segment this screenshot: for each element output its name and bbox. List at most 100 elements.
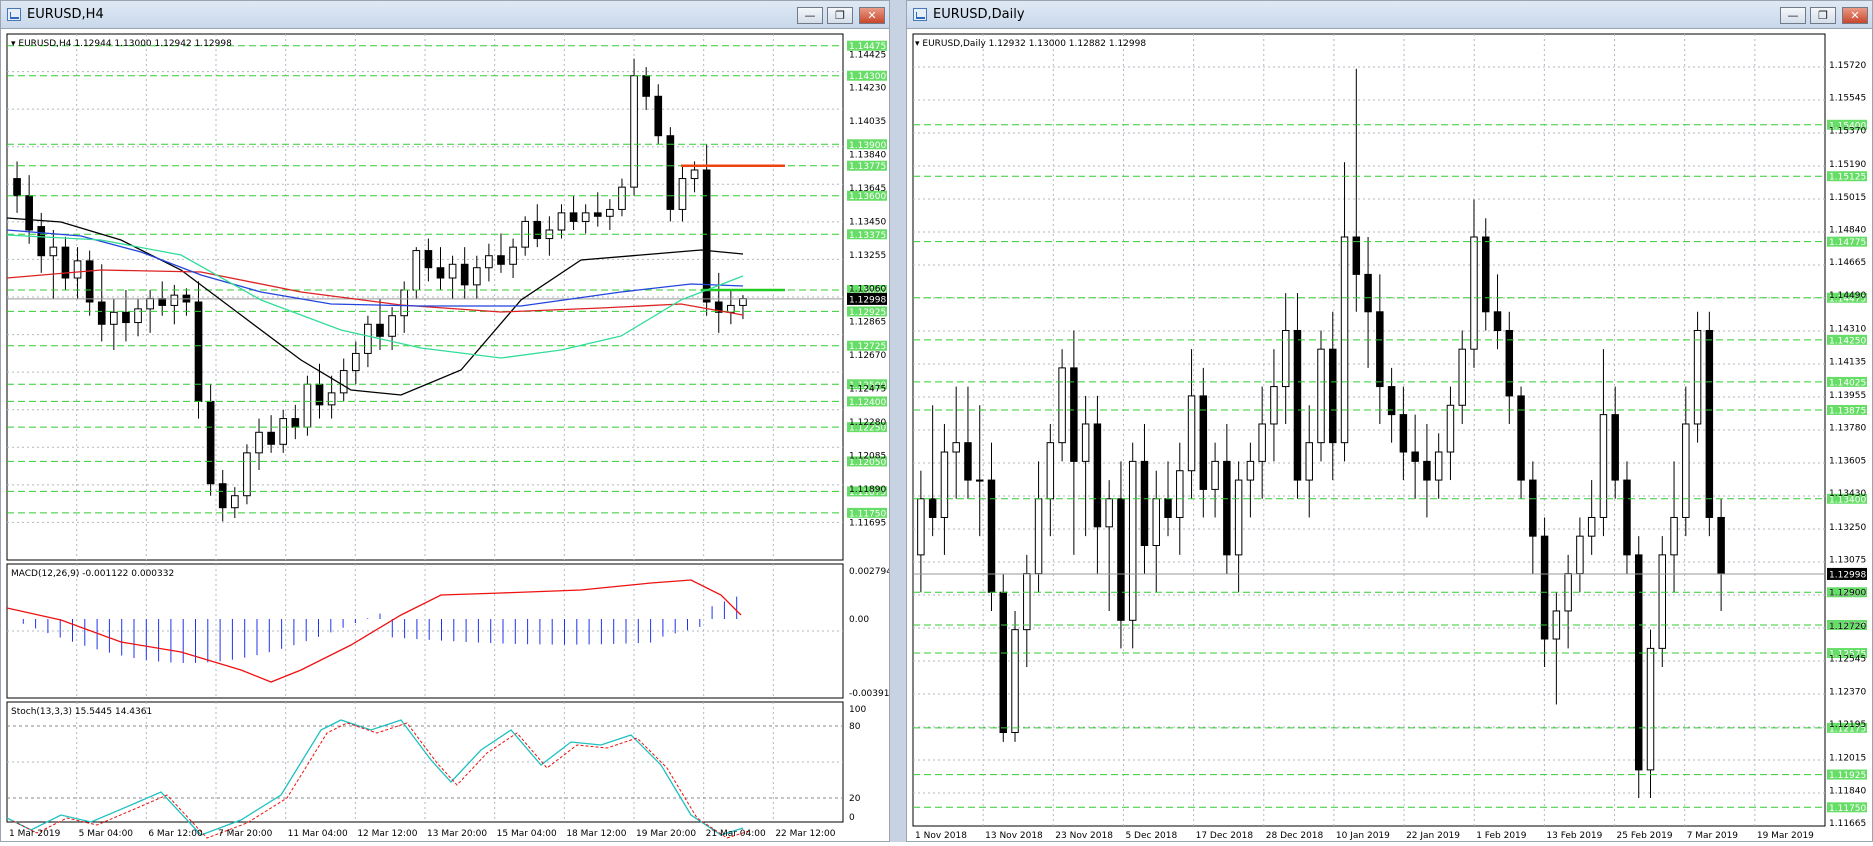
- h4-time-tick: 7 Mar 20:00: [218, 829, 273, 839]
- h4-candle: [85, 260, 94, 303]
- daily-window-title: EURUSD,Daily: [933, 7, 1025, 22]
- daily-candle: [1611, 414, 1619, 481]
- daily-candle: [1128, 460, 1137, 621]
- daily-symbol-header: ▾ EURUSD,Daily 1.12932 1.13000 1.12882 1…: [915, 39, 1146, 49]
- stoch-main-line: [6, 719, 744, 836]
- daily-price-tick: 1.15015: [1829, 193, 1866, 203]
- minimize-button[interactable]: —: [797, 7, 823, 24]
- h4-price-tick: 1.13645: [849, 184, 886, 194]
- daily-price-tick: 1.15720: [1829, 61, 1866, 71]
- daily-candle: [1705, 329, 1714, 518]
- h4-candle: [158, 298, 167, 306]
- daily-level-label: 1.11925: [1829, 771, 1866, 781]
- daily-time-tick: 22 Jan 2019: [1406, 831, 1460, 841]
- daily-candle: [1234, 479, 1243, 556]
- daily-candle: [975, 479, 984, 482]
- h4-price-tick: 1.11890: [849, 485, 886, 495]
- daily-level-label: 1.13875: [1829, 406, 1866, 416]
- h4-time-tick: 21 Mar 04:00: [706, 829, 766, 839]
- h4-candle: [666, 135, 675, 210]
- restore-button[interactable]: ❐: [1810, 7, 1836, 24]
- daily-price-tick: 1.12370: [1829, 687, 1866, 697]
- daily-candle: [1517, 395, 1525, 481]
- daily-chart-area[interactable]: 1.15400 1.15125 1.14775 1.14475 1.14250 1.140…: [907, 30, 1872, 841]
- h4-candle: [509, 246, 517, 265]
- daily-price-tick: 1.11840: [1829, 786, 1866, 796]
- h4-window-title: EURUSD,H4: [27, 7, 104, 22]
- h4-chart-svg[interactable]: 1.144751.143001.139001.137751.136001.133…: [1, 30, 895, 842]
- h4-candle: [303, 383, 312, 428]
- h4-price-tick: 1.12085: [849, 451, 886, 461]
- h4-time-tick: 18 Mar 12:00: [566, 829, 626, 839]
- daily-candle: [940, 451, 949, 518]
- h4-level-label: 1.13775: [849, 162, 886, 172]
- h4-candle: [170, 294, 179, 306]
- h4-candle: [739, 298, 747, 306]
- daily-candle: [952, 442, 960, 453]
- daily-level-label: 1.14250: [1829, 336, 1866, 346]
- daily-price-tick: 1.13250: [1829, 523, 1866, 533]
- stoch-signal-line: [12, 722, 750, 839]
- daily-time-tick: 7 Mar 2019: [1687, 831, 1739, 841]
- h4-price-tick: 1.12280: [849, 418, 886, 428]
- h4-time-tick: 22 Mar 12:00: [775, 829, 835, 839]
- h4-time-tick: 15 Mar 04:00: [497, 829, 557, 839]
- h4-candle: [25, 195, 33, 231]
- close-button[interactable]: ✕: [859, 7, 885, 24]
- daily-candle: [1034, 498, 1043, 575]
- daily-candle: [964, 442, 972, 481]
- daily-price-tick: 1.13955: [1829, 391, 1866, 401]
- daily-time-tick: 13 Nov 2018: [985, 831, 1043, 841]
- chart-window-icon: [7, 8, 21, 21]
- daily-candle: [1058, 367, 1066, 444]
- daily-time-tick: 19 Mar 2019: [1757, 831, 1814, 841]
- restore-button[interactable]: ❐: [827, 7, 853, 24]
- daily-price-tick: 1.14490: [1829, 291, 1866, 301]
- daily-level-label: 1.14775: [1829, 238, 1866, 248]
- h4-candle: [654, 95, 663, 137]
- h4-candle: [412, 250, 421, 291]
- daily-price-tick: 1.13780: [1829, 424, 1866, 434]
- h4-candle: [593, 212, 602, 217]
- daily-chart-window[interactable]: EURUSD,Daily — ❐ ✕ 1.15400 1.15125 1.14775…: [906, 0, 1873, 842]
- daily-candle: [1317, 348, 1325, 444]
- close-button[interactable]: ✕: [1842, 7, 1868, 24]
- daily-price-tick: 1.14665: [1829, 258, 1866, 268]
- h4-candle: [97, 301, 106, 325]
- daily-candle: [1599, 414, 1608, 518]
- h4-candle: [569, 212, 578, 222]
- h4-candle: [146, 298, 154, 310]
- h4-ma-blue: [6, 229, 744, 307]
- daily-candle: [1011, 629, 1019, 734]
- h4-chart-window[interactable]: EURUSD,H4 — ❐ ✕ 1.14475 1.14300 1.13900 1.1…: [0, 0, 895, 842]
- daily-candle: [1305, 442, 1313, 481]
- daily-chart-svg[interactable]: 1.154001.151251.147751.144751.142501.140…: [907, 30, 1872, 842]
- daily-candle: [1576, 535, 1584, 575]
- daily-price-tick: 1.14840: [1829, 226, 1866, 236]
- daily-time-tick: 10 Jan 2019: [1336, 831, 1390, 841]
- daily-candle: [999, 591, 1007, 734]
- daily-candle: [1682, 423, 1690, 518]
- daily-price-tick: 1.15545: [1829, 94, 1866, 104]
- h4-time-tick: 1 Mar 2019: [9, 829, 61, 839]
- h4-candle: [339, 370, 348, 394]
- daily-candle: [1623, 479, 1631, 556]
- daily-price-tick: 1.14135: [1829, 357, 1866, 367]
- daily-candle: [1376, 311, 1384, 388]
- h4-chart-area[interactable]: 1.14475 1.14300 1.13900 1.13775 1.13600 1.133…: [1, 30, 895, 842]
- daily-candle: [1258, 423, 1266, 462]
- daily-candle: [1482, 236, 1490, 313]
- h4-candle: [37, 226, 46, 257]
- h4-candle: [364, 323, 372, 354]
- daily-price-tick: 1.13075: [1829, 556, 1866, 566]
- h4-candle: [255, 431, 263, 454]
- h4-symbol-header: ▾ EURUSD,H4 1.12944 1.13000 1.12942 1.12…: [11, 39, 232, 49]
- daily-candle: [1152, 498, 1160, 547]
- minimize-button[interactable]: —: [1780, 7, 1806, 24]
- daily-candle: [1164, 498, 1172, 518]
- daily-candle: [1246, 460, 1255, 481]
- daily-price-tick: 1.12195: [1829, 720, 1866, 730]
- h4-price-tick: 1.13450: [849, 217, 886, 227]
- daily-window-titlebar[interactable]: EURUSD,Daily — ❐ ✕: [907, 1, 1872, 29]
- h4-window-titlebar[interactable]: EURUSD,H4 — ❐ ✕: [1, 1, 889, 29]
